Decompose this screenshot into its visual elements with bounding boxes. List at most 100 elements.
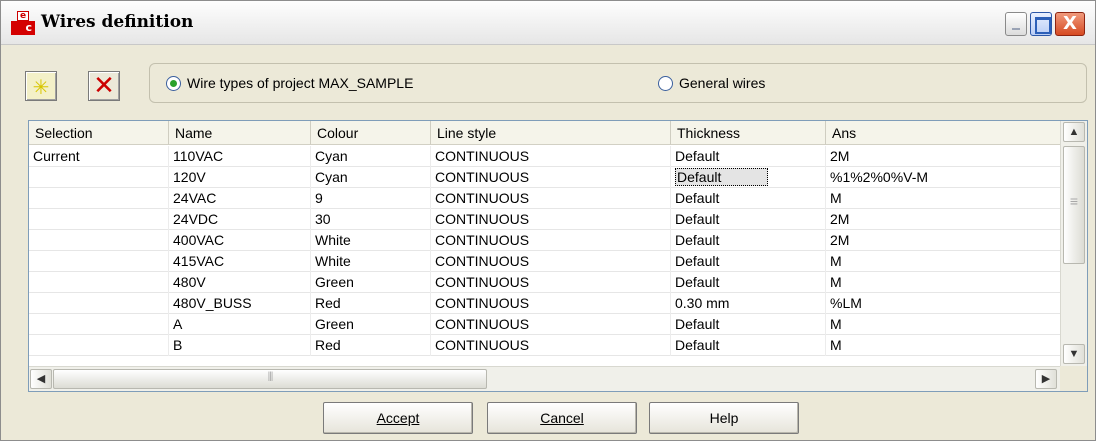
column-header-ans[interactable]: Ans <box>826 121 1061 145</box>
cell-name[interactable]: 480V_BUSS <box>169 293 311 314</box>
column-header-thickness[interactable]: Thickness <box>671 121 826 145</box>
table-row[interactable]: Current 110VAC Cyan CONTINUOUS Default 2M <box>29 146 1061 167</box>
cell-colour[interactable]: Green <box>311 314 431 335</box>
cell-selection[interactable] <box>29 314 169 335</box>
cell-line-style[interactable]: CONTINUOUS <box>431 293 671 314</box>
cell-line-style[interactable]: CONTINUOUS <box>431 188 671 209</box>
cell-colour[interactable]: White <box>311 230 431 251</box>
cell-thickness[interactable]: Default <box>671 146 826 167</box>
cell-name[interactable]: 24VAC <box>169 188 311 209</box>
cell-line-style[interactable]: CONTINUOUS <box>431 335 671 356</box>
scroll-left-button[interactable]: ◀ <box>30 369 52 389</box>
help-button[interactable]: Help <box>649 402 799 434</box>
cell-line-style[interactable]: CONTINUOUS <box>431 209 671 230</box>
cell-thickness[interactable]: Default <box>671 272 826 293</box>
cell-line-style[interactable]: CONTINUOUS <box>431 167 671 188</box>
vertical-scrollbar[interactable]: ▲ ▼ <box>1060 121 1087 366</box>
delete-wire-button[interactable]: ✕ <box>88 71 120 101</box>
scroll-up-button[interactable]: ▲ <box>1063 122 1085 142</box>
cell-selection[interactable] <box>29 293 169 314</box>
minimize-button[interactable] <box>1005 12 1027 36</box>
app-icon-bottom: c <box>11 21 35 35</box>
horizontal-scrollbar[interactable]: ◀ ▶ <box>29 366 1061 391</box>
cell-thickness[interactable]: Default <box>671 209 826 230</box>
table-row[interactable]: 400VAC White CONTINUOUS Default 2M <box>29 230 1061 251</box>
cell-name[interactable]: 415VAC <box>169 251 311 272</box>
cell-colour[interactable]: Cyan <box>311 146 431 167</box>
cell-selection[interactable] <box>29 209 169 230</box>
scroll-down-button[interactable]: ▼ <box>1063 344 1085 364</box>
cell-colour[interactable]: Red <box>311 335 431 356</box>
cell-line-style[interactable]: CONTINUOUS <box>431 314 671 335</box>
cell-name[interactable]: 120V <box>169 167 311 188</box>
cell-name[interactable]: 24VDC <box>169 209 311 230</box>
cell-ans[interactable]: 2M <box>826 146 1061 167</box>
column-header-name[interactable]: Name <box>169 121 311 145</box>
maximize-button[interactable] <box>1030 12 1052 36</box>
table-row[interactable]: 415VAC White CONTINUOUS Default M <box>29 251 1061 272</box>
cell-colour[interactable]: Green <box>311 272 431 293</box>
cell-ans[interactable]: M <box>826 335 1061 356</box>
cell-selection[interactable]: Current <box>29 146 169 167</box>
new-wire-button[interactable]: ✳ <box>25 71 57 101</box>
cell-thickness[interactable]: Default <box>671 188 826 209</box>
table-row[interactable]: 480V_BUSS Red CONTINUOUS 0.30 mm %LM <box>29 293 1061 314</box>
accept-button[interactable]: Accept <box>323 402 473 434</box>
column-header-colour[interactable]: Colour <box>311 121 431 145</box>
table-row[interactable]: B Red CONTINUOUS Default M <box>29 335 1061 356</box>
table-row[interactable]: 480V Green CONTINUOUS Default M <box>29 272 1061 293</box>
cell-ans[interactable]: M <box>826 251 1061 272</box>
cell-colour[interactable]: White <box>311 251 431 272</box>
cell-selection[interactable] <box>29 188 169 209</box>
cell-ans[interactable]: 2M <box>826 209 1061 230</box>
radio-general-wires[interactable]: General wires <box>658 75 765 91</box>
cell-colour[interactable]: Red <box>311 293 431 314</box>
radio-project-wires[interactable]: Wire types of project MAX_SAMPLE <box>166 75 413 91</box>
cell-selection[interactable] <box>29 230 169 251</box>
cell-colour[interactable]: 9 <box>311 188 431 209</box>
cell-text: M <box>830 337 842 353</box>
radio-general-dot[interactable] <box>658 75 673 91</box>
cell-thickness[interactable]: Default <box>671 251 826 272</box>
table-row[interactable]: 24VDC 30 CONTINUOUS Default 2M <box>29 209 1061 230</box>
cell-selection[interactable] <box>29 272 169 293</box>
horizontal-scroll-thumb[interactable] <box>53 369 487 389</box>
cell-ans[interactable]: M <box>826 188 1061 209</box>
close-button[interactable]: X <box>1055 12 1085 36</box>
cell-thickness[interactable]: Default <box>671 335 826 356</box>
cell-thickness[interactable]: 0.30 mm <box>671 293 826 314</box>
cell-name[interactable]: 480V <box>169 272 311 293</box>
cell-name[interactable]: A <box>169 314 311 335</box>
cell-line-style[interactable]: CONTINUOUS <box>431 230 671 251</box>
cell-line-style[interactable]: CONTINUOUS <box>431 251 671 272</box>
table-row[interactable]: 120V Cyan CONTINUOUS Default %1%2%0%V-M <box>29 167 1061 188</box>
cell-colour[interactable]: Cyan <box>311 167 431 188</box>
vertical-scroll-thumb[interactable] <box>1063 146 1085 264</box>
cell-name[interactable]: B <box>169 335 311 356</box>
cell-thickness[interactable]: Default <box>671 230 826 251</box>
cell-ans[interactable]: 2M <box>826 230 1061 251</box>
cell-selection[interactable] <box>29 335 169 356</box>
cell-thickness[interactable]: Default <box>671 167 826 188</box>
cell-name[interactable]: 400VAC <box>169 230 311 251</box>
cell-ans[interactable]: %1%2%0%V-M <box>826 167 1061 188</box>
title-bar[interactable]: e c Wires definition X <box>1 1 1095 45</box>
cell-ans[interactable]: M <box>826 314 1061 335</box>
cell-line-style[interactable]: CONTINUOUS <box>431 146 671 167</box>
cell-selection[interactable] <box>29 167 169 188</box>
table-row[interactable]: 24VAC 9 CONTINUOUS Default M <box>29 188 1061 209</box>
cell-ans[interactable]: %LM <box>826 293 1061 314</box>
cell-thickness[interactable]: Default <box>671 314 826 335</box>
scroll-right-button[interactable]: ▶ <box>1035 369 1057 389</box>
column-header-selection[interactable]: Selection <box>29 121 169 145</box>
cell-name[interactable]: 110VAC <box>169 146 311 167</box>
wires-grid[interactable]: Selection Name Colour Line style Thickness An… <box>28 120 1088 392</box>
cell-line-style[interactable]: CONTINUOUS <box>431 272 671 293</box>
cell-colour[interactable]: 30 <box>311 209 431 230</box>
radio-project-dot[interactable] <box>166 75 181 91</box>
column-header-line-style[interactable]: Line style <box>431 121 671 145</box>
cancel-button[interactable]: Cancel <box>487 402 637 434</box>
table-row[interactable]: A Green CONTINUOUS Default M <box>29 314 1061 335</box>
cell-ans[interactable]: M <box>826 272 1061 293</box>
cell-selection[interactable] <box>29 251 169 272</box>
